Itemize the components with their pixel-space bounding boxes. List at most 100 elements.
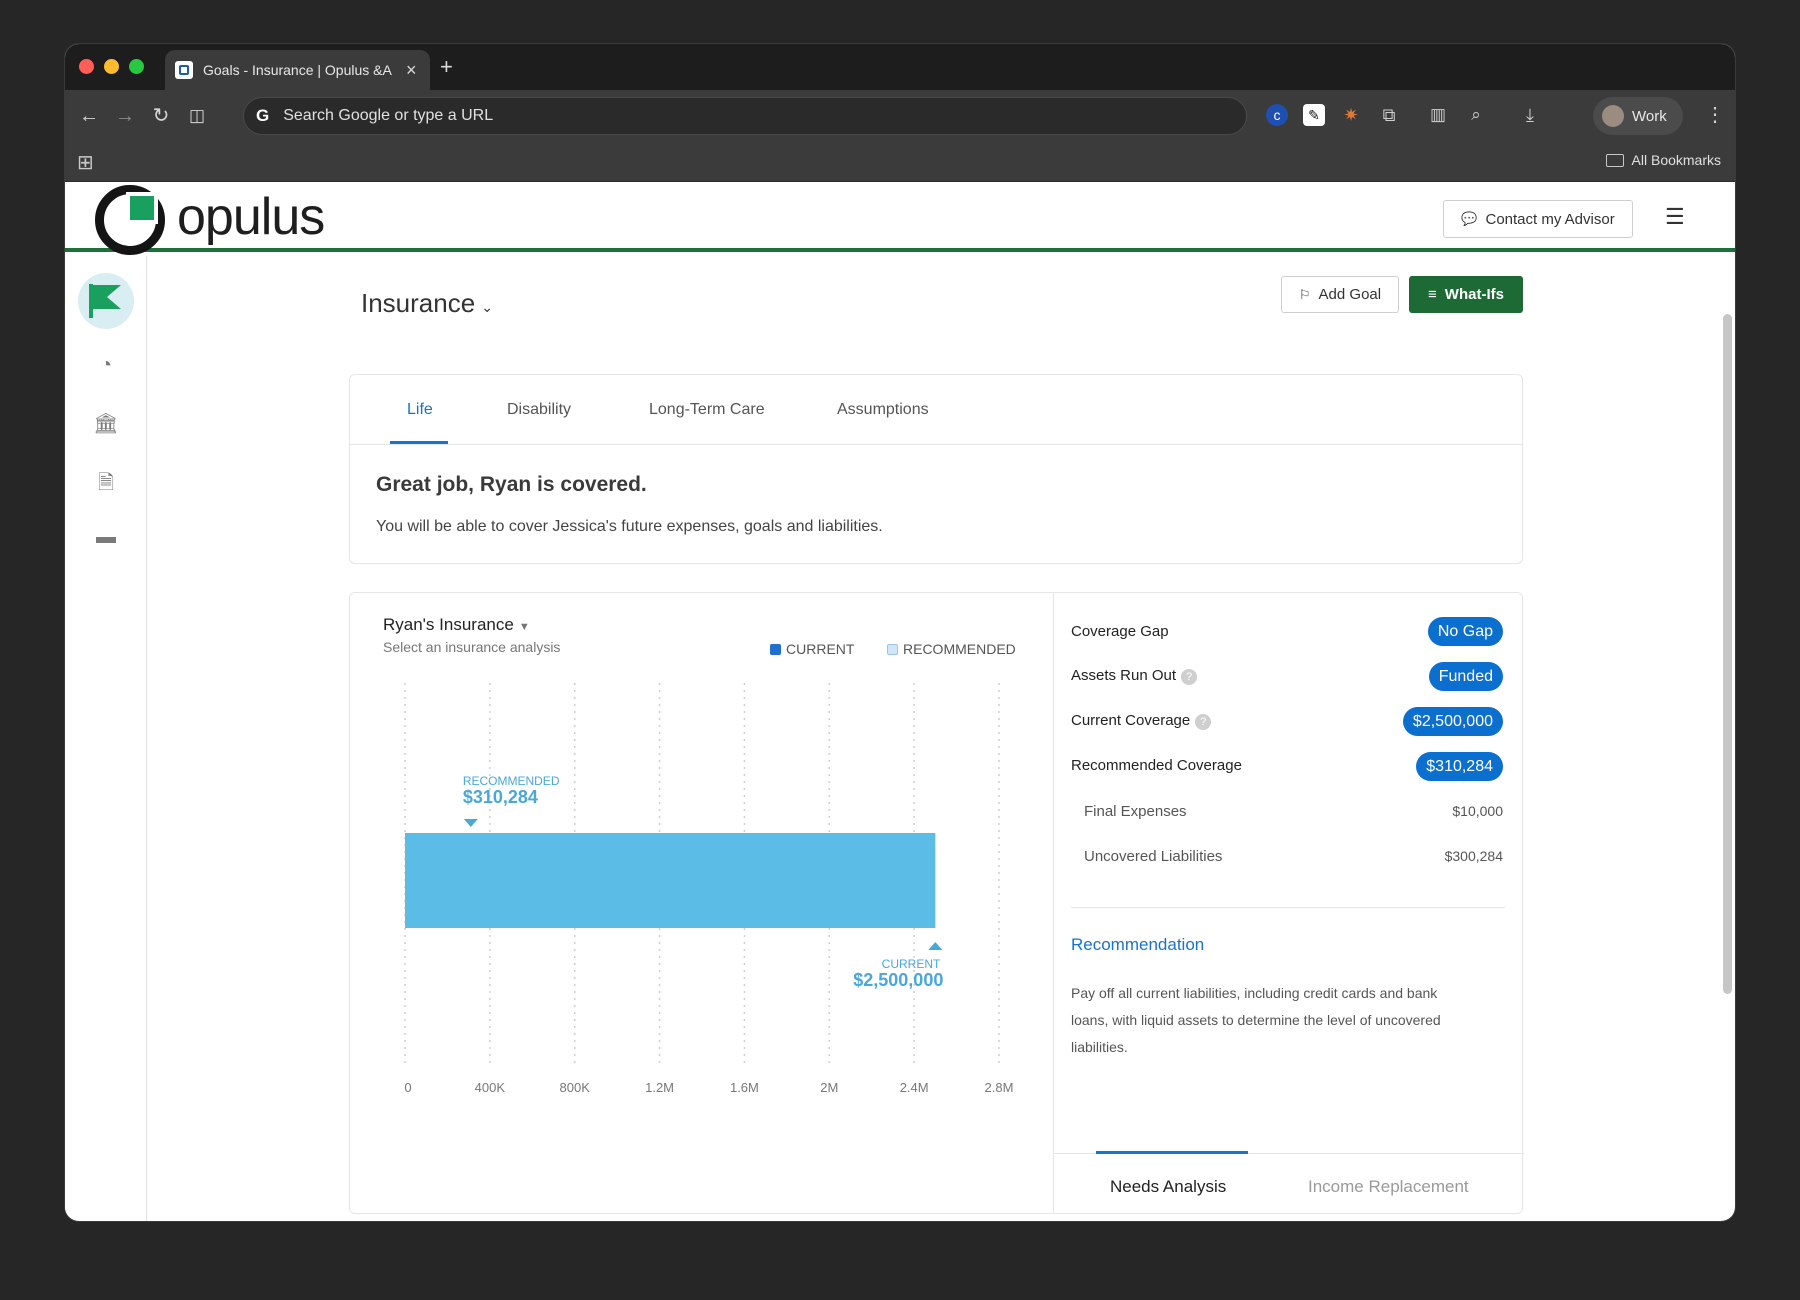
page-scrollbar[interactable]	[1723, 314, 1732, 994]
download-icon[interactable]: ⤓	[1519, 104, 1541, 126]
google-icon: G	[256, 106, 270, 125]
sidebar-item-goals[interactable]	[78, 273, 134, 329]
goal-title: Insurance	[361, 288, 476, 318]
browser-toolbar: ← → ↻ ◫ G c ✎ ✷ ⧉ ▥ ⌕ ⤓ Work ⋮	[65, 90, 1735, 142]
extension-c-icon[interactable]: c	[1266, 104, 1288, 126]
metrics-divider	[1071, 907, 1505, 908]
sidebar: ◔ 🏛 🗎 ▬	[65, 256, 147, 1221]
final-expenses-label: Final Expenses	[1084, 803, 1187, 820]
bank-icon[interactable]: 🏛	[93, 411, 119, 437]
extension-pen-icon[interactable]: ✎	[1303, 104, 1325, 126]
coverage-chart: 0 400K 800K 1.2M 1.6M 2M 2.4M 2.8M RECOMMENDED$3…	[404, 683, 1014, 1095]
recommended-value-label: $310,284	[463, 787, 538, 807]
maximize-window-button[interactable]	[129, 59, 144, 74]
address-bar[interactable]: G	[243, 97, 1247, 135]
coverage-summary-card: Life Disability Long-Term Care Assumptio…	[349, 374, 1523, 564]
browser-tab[interactable]: Goals - Insurance | Opulus &A ×	[165, 50, 430, 90]
coverage-gap-badge: No Gap	[1427, 617, 1503, 646]
app-header: opulus 💬 Contact my Advisor ☰	[65, 182, 1735, 255]
current-value-label: $2,500,000	[853, 970, 943, 990]
minimize-window-button[interactable]	[104, 59, 119, 74]
help-icon[interactable]: ?	[1181, 669, 1198, 685]
tab-life[interactable]: Life	[407, 401, 433, 419]
split-view-icon[interactable]: ◫	[183, 102, 211, 130]
tab-assumptions[interactable]: Assumptions	[837, 401, 929, 419]
back-icon[interactable]: ←	[75, 102, 103, 130]
insurance-tabs: Life Disability Long-Term Care Assumptio…	[350, 375, 1522, 445]
tab-long-term-care[interactable]: Long-Term Care	[649, 401, 765, 419]
whatifs-label: What-Ifs	[1444, 286, 1504, 303]
add-goal-button[interactable]: ⚐ Add Goal	[1281, 276, 1399, 313]
reload-icon[interactable]: ↻	[147, 102, 175, 130]
reading-list-icon[interactable]: ▥	[1427, 104, 1449, 126]
flag-icon	[89, 284, 123, 318]
address-input[interactable]	[283, 107, 1184, 125]
goal-selector[interactable]: Insurance ⌄	[361, 288, 493, 319]
recommended-coverage-label: Recommended Coverage	[1071, 757, 1242, 774]
folder-icon	[1605, 153, 1624, 167]
current-label: CURRENT	[882, 957, 941, 971]
recommendation-line-3: liabilities.	[1071, 1039, 1128, 1055]
coverage-status-title: Great job, Ryan is covered.	[376, 473, 647, 496]
x-tick-label: 1.6M	[730, 1080, 759, 1095]
close-window-button[interactable]	[79, 59, 94, 74]
new-tab-icon[interactable]: +	[440, 54, 453, 80]
current-coverage-label: Current Coverage?	[1071, 712, 1212, 730]
recommendation-line-1: Pay off all current liabilities, includi…	[1071, 985, 1438, 1001]
window-controls	[79, 59, 144, 74]
panel-divider	[1053, 593, 1054, 1213]
avatar	[1602, 105, 1624, 127]
recommended-coverage-badge: $310,284	[1416, 752, 1503, 781]
contact-advisor-label: Contact my Advisor	[1485, 210, 1615, 228]
active-tab-indicator	[390, 441, 448, 444]
extensions-puzzle-icon[interactable]: ⧉	[1378, 104, 1400, 126]
tab-needs-analysis[interactable]: Needs Analysis	[1110, 1177, 1226, 1197]
current-marker	[928, 942, 943, 950]
browser-menu-icon[interactable]: ⋮	[1705, 102, 1725, 127]
profile-name: Work	[1632, 107, 1667, 125]
x-tick-label: 2.4M	[900, 1080, 929, 1095]
x-tick-label: 2M	[820, 1080, 838, 1095]
flag-outline-icon: ⚐	[1298, 286, 1311, 302]
all-bookmarks-button[interactable]: All Bookmarks	[1605, 152, 1721, 168]
recommended-label: RECOMMENDED	[463, 774, 560, 788]
dashboard-gauge-icon[interactable]: ◔	[93, 354, 119, 380]
tab-disability[interactable]: Disability	[507, 401, 571, 419]
document-icon[interactable]: 🗎	[93, 468, 119, 494]
logo-mark-icon	[95, 185, 165, 255]
current-coverage-badge: $2,500,000	[1402, 707, 1503, 736]
current-coverage-bar	[405, 833, 936, 928]
hamburger-menu-icon[interactable]: ☰	[1665, 204, 1685, 230]
tab-strip: Goals - Insurance | Opulus &A × +	[65, 44, 1735, 90]
sliders-icon: ≡	[1428, 286, 1437, 303]
uncovered-liabilities-label: Uncovered Liabilities	[1084, 848, 1223, 865]
help-icon[interactable]: ?	[1195, 714, 1212, 730]
forward-icon[interactable]: →	[111, 102, 139, 130]
coverage-gap-label: Coverage Gap	[1071, 623, 1169, 640]
assets-run-out-text: Assets Run Out	[1071, 667, 1177, 684]
x-tick-label: 400K	[475, 1080, 506, 1095]
folder-icon[interactable]: ▬	[93, 526, 119, 552]
assets-run-out-badge: Funded	[1428, 662, 1503, 691]
profile-button[interactable]: Work	[1593, 97, 1683, 135]
logo[interactable]: opulus	[95, 185, 325, 255]
insurance-analysis-card: Ryan's Insurance ▼ Select an insurance an…	[349, 592, 1524, 1214]
contact-advisor-button[interactable]: 💬 Contact my Advisor	[1443, 200, 1633, 238]
browser-window: Goals - Insurance | Opulus &A × + ← → ↻ …	[65, 44, 1735, 1221]
close-tab-icon[interactable]: ×	[406, 60, 417, 81]
current-coverage-text: Current Coverage	[1071, 712, 1191, 729]
x-tick-label: 2.8M	[985, 1080, 1014, 1095]
assets-run-out-label: Assets Run Out?	[1071, 667, 1198, 685]
x-tick-label: 800K	[560, 1080, 591, 1095]
all-bookmarks-label: All Bookmarks	[1631, 152, 1721, 168]
tab-income-replacement[interactable]: Income Replacement	[1308, 1177, 1469, 1197]
tab-search-icon[interactable]: ⌕	[1465, 104, 1487, 126]
tab-title: Goals - Insurance | Opulus &A	[203, 62, 392, 78]
whatifs-button[interactable]: ≡ What-Ifs	[1409, 276, 1523, 313]
recommendation-title: Recommendation	[1071, 935, 1205, 954]
apps-grid-icon[interactable]: ⊞	[77, 150, 94, 175]
chat-icon: 💬	[1461, 211, 1478, 226]
add-goal-label: Add Goal	[1318, 286, 1382, 303]
bottom-tab-indicator	[1096, 1151, 1248, 1154]
extension-spark-icon[interactable]: ✷	[1340, 104, 1362, 126]
